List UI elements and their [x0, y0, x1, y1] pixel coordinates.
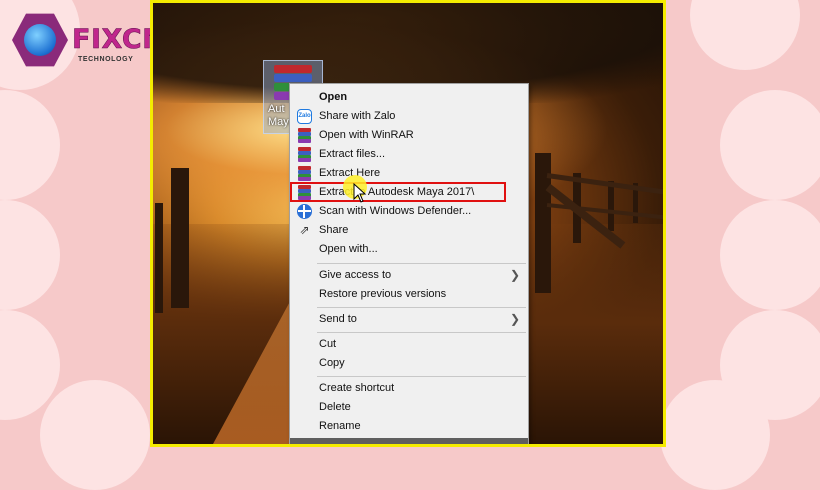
context-menu: Open Zalo Share with Zalo Open with WinR… [289, 83, 529, 444]
menu-item-cut[interactable]: Cut [290, 335, 528, 354]
menu-item-share-with-zalo[interactable]: Zalo Share with Zalo [290, 107, 528, 126]
logo-tagline: TECHNOLOGY [78, 56, 134, 63]
menu-item-restore-previous-versions[interactable]: Restore previous versions [290, 285, 528, 304]
fence-post [155, 203, 163, 313]
menu-item-create-shortcut[interactable]: Create shortcut [290, 379, 528, 398]
menu-separator [317, 307, 526, 308]
menu-separator [317, 376, 526, 377]
fence-post [171, 168, 189, 308]
menu-item-give-access-to[interactable]: Give access to ❯ [290, 266, 528, 285]
fence-post [608, 181, 614, 231]
menu-item-extract-here[interactable]: Extract Here [290, 164, 528, 183]
menu-item-scan-with-defender[interactable]: Scan with Windows Defender... [290, 202, 528, 221]
zalo-icon: Zalo [297, 109, 312, 124]
menu-item-copy[interactable]: Copy [290, 354, 528, 373]
red-highlight-box [290, 182, 506, 202]
menu-item-share[interactable]: ⇗ Share [290, 221, 528, 240]
menu-item-rename[interactable]: Rename [290, 417, 528, 436]
chevron-right-icon: ❯ [509, 312, 520, 326]
menu-item-open-with[interactable]: Open with... [290, 240, 528, 259]
winrar-icon [297, 128, 312, 143]
winrar-icon [297, 147, 312, 162]
menu-bottom-strip [290, 438, 528, 444]
share-icon: ⇗ [299, 223, 310, 237]
menu-separator [317, 332, 526, 333]
menu-item-open-with-winrar[interactable]: Open with WinRAR [290, 126, 528, 145]
menu-item-open[interactable]: Open [290, 88, 528, 107]
winrar-icon [297, 166, 312, 181]
mouse-cursor-icon [343, 175, 367, 203]
globe-icon [24, 24, 56, 56]
menu-separator [317, 263, 526, 264]
windows-defender-icon [297, 204, 312, 219]
menu-item-delete[interactable]: Delete [290, 398, 528, 417]
video-frame: Aut Maya Open Zalo Share with Zalo Open … [150, 0, 666, 447]
chevron-right-icon: ❯ [509, 268, 520, 282]
menu-item-extract-files[interactable]: Extract files... [290, 145, 528, 164]
menu-item-send-to[interactable]: Send to ❯ [290, 310, 528, 329]
